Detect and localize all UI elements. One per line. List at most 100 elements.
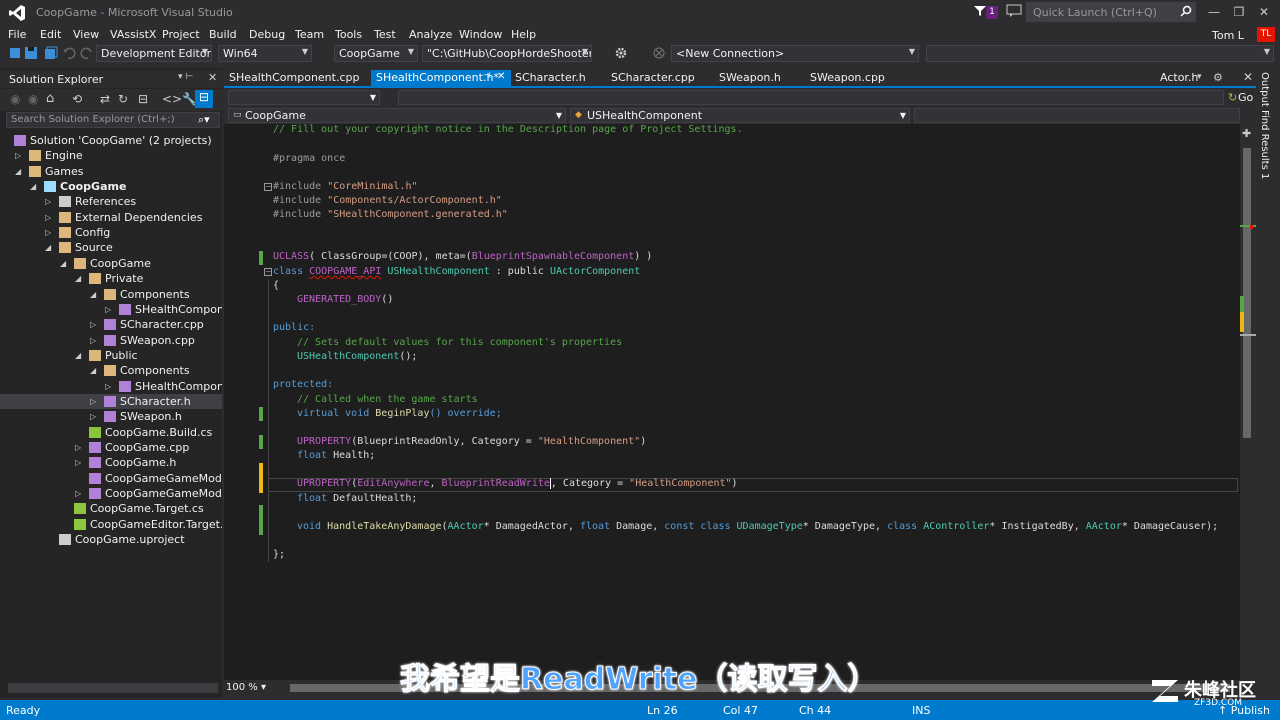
- feedback-icon[interactable]: [1006, 4, 1022, 18]
- expand-arrow-icon[interactable]: ▷: [45, 194, 51, 209]
- tree-item[interactable]: ◢ CoopGame: [0, 179, 222, 194]
- expand-arrow-icon[interactable]: ▷: [45, 210, 51, 225]
- scope-dropdown[interactable]: ▼: [228, 90, 380, 105]
- tree-item[interactable]: ▷ Config: [0, 225, 222, 240]
- class-dropdown[interactable]: ◆ USHealthComponent ▼: [570, 108, 910, 123]
- tree-item[interactable]: ◢ Components: [0, 363, 222, 378]
- solution-explorer-scrollbar[interactable]: [8, 683, 218, 693]
- tree-item[interactable]: ▷ SWeapon.cpp: [0, 333, 222, 348]
- tree-item[interactable]: ◢ Source: [0, 240, 222, 255]
- tree-item[interactable]: ▷ CoopGameGameModeBa: [0, 486, 222, 501]
- tab-scharacter-cpp[interactable]: SCharacter.cpp: [606, 70, 700, 86]
- collapse-arrow-icon[interactable]: ◢: [90, 287, 96, 302]
- tree-item[interactable]: CoopGame.uproject: [0, 532, 222, 547]
- collapse-arrow-icon[interactable]: ◢: [90, 363, 96, 378]
- redo-icon[interactable]: [80, 46, 94, 60]
- symbol-dropdown[interactable]: [398, 90, 1224, 105]
- expand-arrow-icon[interactable]: ▷: [75, 440, 81, 455]
- tree-item[interactable]: ▷ CoopGame.h: [0, 455, 222, 470]
- disconnect-icon[interactable]: [652, 46, 666, 60]
- tree-item[interactable]: ◢ Public: [0, 348, 222, 363]
- restore-icon[interactable]: ❐: [1230, 4, 1248, 20]
- expand-arrow-icon[interactable]: ▷: [90, 394, 96, 409]
- tree-item[interactable]: CoopGameGameModeBa: [0, 471, 222, 486]
- expand-arrow-icon[interactable]: ▷: [15, 148, 21, 163]
- tree-item[interactable]: ▷ External Dependencies: [0, 210, 222, 225]
- expand-arrow-icon[interactable]: ▷: [105, 302, 111, 317]
- save-icon[interactable]: [24, 46, 38, 60]
- split-icon[interactable]: ✚: [1242, 127, 1251, 140]
- tree-item[interactable]: ▷ References: [0, 194, 222, 209]
- tab-find-results[interactable]: Find Results 1: [1259, 110, 1270, 179]
- tab-scharacter-h[interactable]: SCharacter.h: [510, 70, 591, 86]
- tree-item[interactable]: CoopGameEditor.Target.cs: [0, 517, 222, 532]
- platform-dropdown[interactable]: Win64 ▼: [218, 45, 312, 62]
- collapse-arrow-icon[interactable]: ◢: [15, 164, 21, 179]
- startup-project-dropdown[interactable]: CoopGame ▼: [334, 45, 418, 62]
- quick-launch-input[interactable]: Quick Launch (Ctrl+Q): [1026, 2, 1196, 22]
- code-view-icon[interactable]: <>: [162, 92, 182, 106]
- expand-arrow-icon[interactable]: ▷: [45, 225, 51, 240]
- member-dropdown[interactable]: [914, 108, 1240, 123]
- close-icon[interactable]: ✕: [1243, 70, 1253, 84]
- path-dropdown[interactable]: "C:\GitHub\CoopHordeShooter\Co▼: [422, 45, 592, 62]
- tree-item[interactable]: ▷ Engine: [0, 148, 222, 163]
- menu-vassistx[interactable]: VAssistX: [110, 28, 156, 41]
- settings-icon[interactable]: ⚙: [1213, 71, 1223, 84]
- preview-toggle-icon[interactable]: ⊟: [195, 90, 213, 108]
- tab-output[interactable]: Output: [1259, 72, 1270, 107]
- tree-item[interactable]: Solution 'CoopGame' (2 projects): [0, 133, 222, 148]
- tree-item[interactable]: ◢ Games: [0, 164, 222, 179]
- tree-item[interactable]: CoopGame.Build.cs: [0, 425, 222, 440]
- expand-arrow-icon[interactable]: ▷: [75, 486, 81, 501]
- expand-arrow-icon[interactable]: ▷: [105, 379, 111, 394]
- zoom-level-dropdown[interactable]: 100 % ▾: [226, 682, 276, 694]
- collapse-arrow-icon[interactable]: ◢: [30, 179, 36, 194]
- go-button[interactable]: Go: [1238, 91, 1253, 104]
- tree-item[interactable]: ▷ SCharacter.h: [0, 394, 222, 409]
- solution-search-input[interactable]: Search Solution Explorer (Ctrl+;): [6, 112, 220, 128]
- save-all-icon[interactable]: [44, 46, 58, 60]
- tab-sweapon-cpp[interactable]: SWeapon.cpp: [805, 70, 890, 86]
- tab-sweapon-h[interactable]: SWeapon.h: [714, 70, 786, 86]
- menu-analyze[interactable]: Analyze: [409, 28, 452, 41]
- pin-icon[interactable]: ⊣: [483, 71, 491, 81]
- close-icon[interactable]: ✕: [497, 71, 505, 82]
- expand-arrow-icon[interactable]: ▷: [90, 317, 96, 332]
- notification-badge[interactable]: 1: [986, 6, 998, 19]
- tab-overflow-icon[interactable]: ▾: [1197, 72, 1202, 82]
- tree-item[interactable]: ◢ Components: [0, 287, 222, 302]
- menu-team[interactable]: Team: [295, 28, 324, 41]
- configuration-dropdown[interactable]: Development Editor ▼: [96, 45, 212, 62]
- search-icon[interactable]: ⌕▾: [198, 113, 210, 127]
- menu-window[interactable]: Window: [459, 28, 502, 41]
- go-icon[interactable]: ↻: [1228, 91, 1237, 104]
- home-icon[interactable]: ⌂: [46, 91, 54, 106]
- close-icon[interactable]: ✕: [1255, 4, 1273, 20]
- close-icon[interactable]: ✕: [208, 71, 217, 84]
- extra-dropdown[interactable]: ▼: [926, 45, 1274, 62]
- expand-arrow-icon[interactable]: ▷: [75, 455, 81, 470]
- menu-test[interactable]: Test: [374, 28, 396, 41]
- tree-item[interactable]: ▷ SWeapon.h: [0, 409, 222, 424]
- menu-help[interactable]: Help: [511, 28, 536, 41]
- minimize-icon[interactable]: —: [1205, 4, 1223, 20]
- forward-icon[interactable]: ◉: [28, 92, 38, 106]
- collapse-arrow-icon[interactable]: ◢: [75, 271, 81, 286]
- menu-build[interactable]: Build: [209, 28, 237, 41]
- project-dropdown[interactable]: ▭ CoopGame ▼: [228, 108, 566, 123]
- menu-project[interactable]: Project: [162, 28, 200, 41]
- back-icon[interactable]: ◉: [10, 92, 20, 106]
- tree-item[interactable]: ▷ SHealthComponer: [0, 302, 222, 317]
- tree-item[interactable]: ▷ SHealthComponer: [0, 379, 222, 394]
- filter-icon[interactable]: [973, 4, 987, 18]
- pin-icon[interactable]: ▾ ⊢: [178, 72, 193, 82]
- tree-item[interactable]: ◢ Private: [0, 271, 222, 286]
- undo-icon[interactable]: [62, 46, 76, 60]
- tree-item[interactable]: ▷ CoopGame.cpp: [0, 440, 222, 455]
- gear-icon[interactable]: [614, 46, 628, 60]
- menu-debug[interactable]: Debug: [249, 28, 285, 41]
- sync-icon[interactable]: ⇄: [100, 92, 110, 106]
- refresh-icon[interactable]: ↻: [118, 92, 128, 106]
- expand-arrow-icon[interactable]: ▷: [90, 333, 96, 348]
